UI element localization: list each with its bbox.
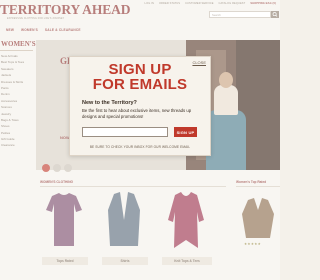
popup-headline: SIGN UP FOR EMAILS xyxy=(70,62,210,92)
popup-headline-line1: SIGN UP xyxy=(108,61,172,78)
popup-body: Be the first to hear about exclusive ite… xyxy=(82,108,192,119)
popup-fine-print: BE SURE TO CHECK YOUR INBOX FOR OUR WELC… xyxy=(89,145,191,149)
popup-question: New to the Territory? xyxy=(82,100,137,106)
popup-headline-line2: FOR EMAILS xyxy=(92,76,188,93)
sign-up-button[interactable]: SIGN UP xyxy=(174,127,197,137)
email-signup-modal: CLOSE SIGN UP FOR EMAILS New to the Terr… xyxy=(69,56,211,156)
email-field[interactable] xyxy=(82,127,168,137)
